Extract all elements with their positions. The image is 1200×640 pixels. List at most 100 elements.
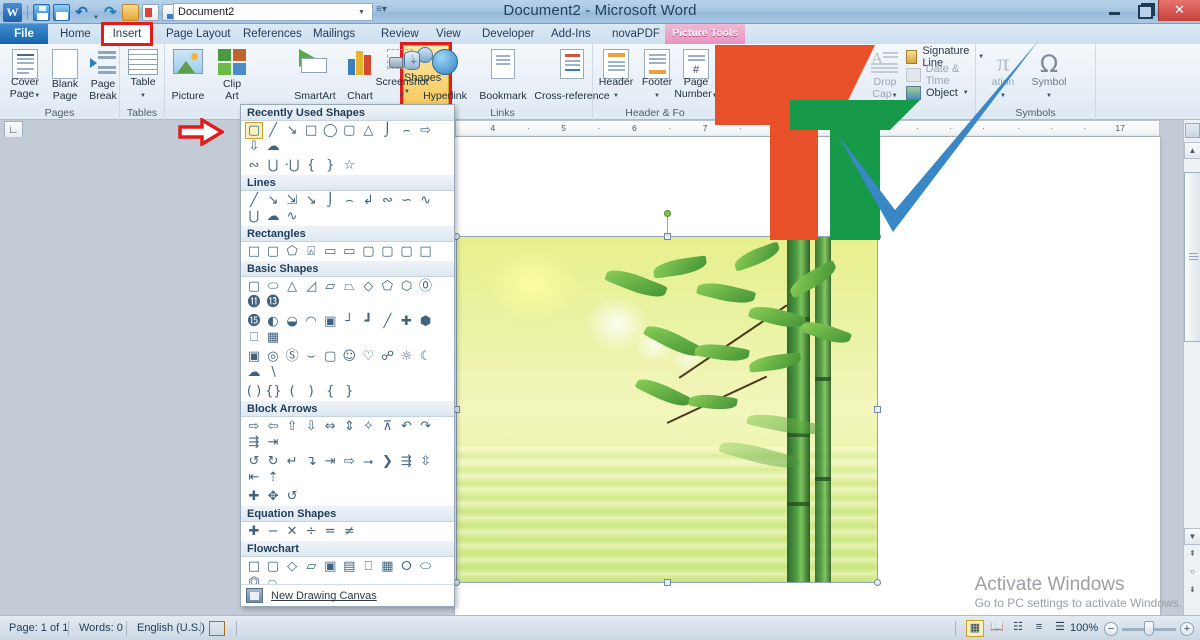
shape-snip-same-side[interactable]: ⍓ (303, 244, 319, 259)
shape-text-box[interactable]: ▢ (246, 279, 262, 294)
shape-double-bracket[interactable]: { (322, 384, 338, 399)
resize-handle-bottom-center[interactable] (664, 579, 671, 586)
shape-down-arrow[interactable]: ⇩ (303, 419, 319, 434)
shape-right-bracket[interactable]: ( (284, 384, 300, 399)
shape-flowchart-predefined-process[interactable]: ▣ (322, 559, 338, 574)
shape-quad-arrow[interactable]: ✧ (360, 419, 376, 434)
new-drawing-canvas-item[interactable]: New Drawing Canvas (241, 584, 454, 606)
shape-snip-single-corner[interactable]: ⬠ (284, 244, 300, 259)
shape-up-arrow[interactable]: ⇧ (284, 419, 300, 434)
drop-cap-button[interactable]: A Drop Cap▼ (862, 46, 908, 104)
quick-parts-button[interactable]: Quick Parts▼ (766, 46, 812, 104)
tab-add-ins[interactable]: Add-Ins (543, 24, 599, 44)
shapes-row[interactable]: ↺ ↻ ↵ ↴ ⇥ ⇨ ⭢ ❯ ⇶ ⇳ ⇤ ⇡ (241, 452, 454, 487)
shapes-row[interactable]: ╱ ↘ ⇲ ↘ ⌡ ⌢ ↲ ∾ ∽ ∿ ⋃ ☁ ∿ (241, 191, 454, 226)
bamboo-picture[interactable] (453, 210, 881, 586)
shape-curved-right-arrow[interactable]: ↻ (265, 454, 281, 469)
view-full-screen-reading-button[interactable]: 📖 (988, 620, 1006, 637)
next-page-button[interactable]: ⇟ (1184, 582, 1200, 599)
document-page[interactable] (453, 137, 1160, 615)
shape-round-same-side[interactable]: ▢ (379, 244, 395, 259)
shape-triangle[interactable]: △ (360, 123, 376, 138)
shape-chevron-arrow[interactable]: ❯ (379, 454, 395, 469)
shape-decagon[interactable]: ⓭ (265, 295, 281, 310)
shape-cube[interactable]: ▦ (265, 330, 281, 345)
shape-right-triangle[interactable]: ◿ (303, 279, 319, 294)
shape-down-arrow[interactable]: ⇩ (246, 139, 262, 154)
close-button[interactable]: ✕ (1158, 0, 1200, 21)
shape-rectangle-plain[interactable]: □ (418, 244, 434, 259)
shape-left-arrow[interactable]: ⇦ (265, 419, 281, 434)
shape-triangle[interactable]: △ (284, 279, 300, 294)
shape-flowchart-data[interactable]: ▱ (303, 559, 319, 574)
document-workspace[interactable] (0, 137, 1200, 615)
tab-mailings[interactable]: Mailings (305, 24, 363, 44)
text-box-button[interactable]: A Text Box▼ (724, 46, 770, 104)
resize-handle-middle-right[interactable] (874, 406, 881, 413)
scroll-up-button[interactable]: ▲ (1184, 142, 1200, 159)
shape-line-arrow[interactable]: ↘ (265, 193, 281, 208)
vertical-scrollbar[interactable]: ▲ ▼ ⇞ ○ ⇟ (1183, 120, 1200, 615)
tab-home[interactable]: Home (52, 24, 99, 44)
shape-curve-double[interactable]: ∿ (418, 193, 434, 208)
shape-arc[interactable]: ⋅⋃ (284, 158, 300, 173)
shape-flowchart-document[interactable]: ⎕ (360, 559, 376, 574)
shape-elbow-arrow[interactable]: ⌡ (322, 193, 338, 208)
shape-sun[interactable]: ☼ (399, 349, 415, 364)
shape-line[interactable]: ╱ (246, 193, 262, 208)
shape-four-way-arrow[interactable]: ✥ (265, 489, 281, 504)
horizontal-ruler[interactable]: 4 · 5 · 6 · 7 · 8 · 9 · · · · · · · 17 (455, 120, 1160, 137)
shape-rounded-rectangle[interactable]: ▢ (341, 123, 357, 138)
shapes-row[interactable]: ∾ ⋃ ⋅⋃ { } ☆ (241, 156, 454, 175)
shape-flowchart-preparation[interactable]: ⬭ (418, 559, 434, 574)
header-button[interactable]: Header ▼ (593, 46, 639, 104)
shape-donut[interactable]: ◎ (265, 349, 281, 364)
shape-heptagon[interactable]: ⓪ (418, 279, 434, 294)
select-browse-object-button[interactable]: ○ (1184, 564, 1200, 581)
shape-right-arrow-callout[interactable]: ⇥ (322, 454, 338, 469)
shape-snip-and-round[interactable]: ▭ (341, 244, 357, 259)
shape-flowchart-internal-storage[interactable]: ▤ (341, 559, 357, 574)
shape-snip-diagonal[interactable]: ▭ (322, 244, 338, 259)
shape-striped-right-arrow[interactable]: ⇶ (246, 435, 262, 450)
object-dropdown-icon[interactable]: ▼ (963, 90, 969, 96)
shape-left-brace[interactable]: { (303, 158, 319, 173)
shape-left-right-arrow[interactable]: ⇔ (322, 419, 338, 434)
shape-cloud[interactable]: ☁ (246, 365, 262, 380)
shape-half-frame[interactable]: ┘ (341, 314, 357, 329)
shape-elbow-double[interactable]: ↲ (360, 193, 376, 208)
word-count[interactable]: Words: 0 (70, 616, 132, 640)
previous-page-button[interactable]: ⇞ (1184, 546, 1200, 563)
shape-moon[interactable]: ☾ (418, 349, 434, 364)
shape-pie[interactable]: ◐ (265, 314, 281, 329)
shapes-dropdown-menu[interactable]: Recently Used Shapes ▢ ╱ ↘ □ ◯ ▢ △ ⌡ ⌢ ⇨… (240, 104, 455, 607)
shape-freeform-scribble[interactable]: ∾ (246, 158, 262, 173)
view-outline-button[interactable]: ≡ (1030, 620, 1048, 637)
shape-curved-up-arrow[interactable]: ↵ (284, 454, 300, 469)
shape-smiley-face[interactable]: ☺ (341, 349, 357, 364)
resize-handle-bottom-right[interactable] (874, 579, 881, 586)
wordart-button[interactable]: A WordArt ▼ (810, 46, 862, 104)
shapes-row[interactable]: ▢ ╱ ↘ □ ◯ ▢ △ ⌡ ⌢ ⇨ ⇩ ☁ (241, 121, 454, 156)
shape-block-arc[interactable]: ⌣ (303, 349, 319, 364)
shapes-row[interactable]: ▣ ◎ Ⓢ ⌣ ▢ ☺ ♡ ☍ ☼ ☾ ☁ ∖ (241, 347, 454, 382)
zoom-out-button[interactable]: − (1104, 622, 1118, 636)
shape-flowchart-multidocument[interactable]: ▦ (379, 559, 395, 574)
shape-curved-left-arrow[interactable]: ↺ (246, 454, 262, 469)
shape-right-arrow-box[interactable]: ⇶ (399, 454, 415, 469)
minimize-button[interactable] (1100, 0, 1129, 20)
shapes-row[interactable]: ⓯ ◐ ◒ ◠ ▣ ┘ ┛ ╱ ✚ ⬢ ⎕ ▦ (241, 312, 454, 347)
shapes-row[interactable]: ⇨ ⇦ ⇧ ⇩ ⇔ ⇕ ✧ ⊼ ↶ ↷ ⇶ ⇥ (241, 417, 454, 452)
shape-folded-corner[interactable]: ▢ (322, 349, 338, 364)
tab-view[interactable]: View (428, 24, 469, 44)
shape-line-double-arrow[interactable]: ⇲ (284, 193, 300, 208)
shape-cross[interactable]: ✚ (399, 314, 415, 329)
shape-heart[interactable]: ♡ (360, 349, 376, 364)
shapes-row[interactable]: ✚ ✥ ↺ (241, 487, 454, 506)
shape-cross-arrow[interactable]: ✚ (246, 489, 262, 504)
tab-file[interactable]: File (0, 24, 48, 44)
shape-bevel[interactable]: ▣ (246, 349, 262, 364)
shape-curve-arrow[interactable]: ∽ (399, 193, 415, 208)
shape-oval[interactable]: ◯ (322, 123, 338, 138)
picture-button[interactable]: Picture (165, 46, 211, 104)
